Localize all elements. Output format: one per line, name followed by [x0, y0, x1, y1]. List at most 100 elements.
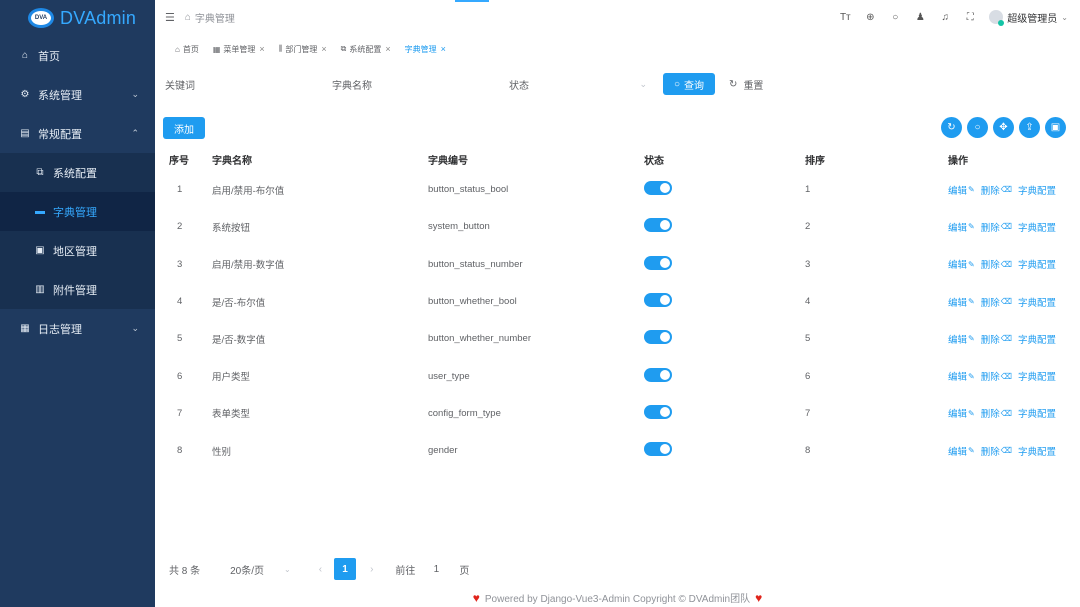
columns-icon[interactable]: ✥: [993, 117, 1014, 138]
status-switch[interactable]: [644, 367, 672, 382]
sidebar-item-7[interactable]: ▦ 日志管理 ⌄: [0, 309, 155, 348]
search-form: 关键词 字典名称 状态 ⌄ ○ 查询 ↻ 重置: [165, 72, 763, 96]
sidebar-item-5[interactable]: ▣ 地区管理: [0, 231, 155, 270]
edit-button[interactable]: 编辑 ✎: [948, 220, 975, 234]
export-icon[interactable]: ⇪: [1019, 117, 1040, 138]
edit-button[interactable]: 编辑 ✎: [948, 332, 975, 346]
status-select[interactable]: ⌄: [537, 79, 647, 90]
row-ops: 编辑 ✎ 删除 ⌫ 字典配置: [948, 406, 1068, 421]
col-sort: 排序: [805, 156, 825, 167]
reset-button[interactable]: ↻ 重置: [729, 77, 763, 92]
status-switch[interactable]: [644, 255, 672, 270]
trash-icon: ⌫: [1000, 408, 1013, 418]
theme-icon[interactable]: ♟: [914, 12, 926, 23]
dict-config-button[interactable]: 字典配置: [1018, 406, 1056, 420]
delete-button[interactable]: 删除 ⌫: [981, 406, 1013, 421]
status-switch[interactable]: [644, 404, 672, 419]
user-menu[interactable]: 超级管理员 ⌄: [989, 10, 1068, 26]
menu-toggle-icon[interactable]: ☰: [165, 11, 175, 24]
search-icon[interactable]: ○: [889, 12, 901, 23]
tab-2[interactable]: ⫼ 部门管理 ×: [279, 44, 327, 55]
query-button[interactable]: ○ 查询: [663, 73, 716, 95]
status-switch[interactable]: [644, 330, 672, 345]
goto-input[interactable]: 1: [429, 564, 443, 575]
page-size-select[interactable]: 20条/页 ⌄: [230, 562, 291, 577]
add-button[interactable]: 添加: [163, 117, 205, 139]
save-icon[interactable]: ▣: [1045, 117, 1066, 138]
sidebar-item-0[interactable]: ⌂ 首页: [0, 36, 155, 75]
keyword-input[interactable]: [203, 73, 298, 95]
edit-button[interactable]: 编辑 ✎: [948, 295, 975, 309]
dict-name-input[interactable]: [380, 73, 475, 95]
sidebar-item-3[interactable]: ⧉ 系统配置: [0, 153, 155, 192]
row-status: [644, 293, 805, 310]
total-count: 共 8 条: [169, 565, 201, 577]
sidebar-item-1[interactable]: ⚙ 系统管理 ⌄: [0, 75, 155, 114]
dict-config-button[interactable]: 字典配置: [1018, 183, 1056, 197]
delete-button[interactable]: 删除 ⌫: [981, 295, 1012, 309]
col-status: 状态: [644, 156, 664, 167]
status-switch[interactable]: [644, 218, 672, 233]
sidebar-item-4[interactable]: ▬ 字典管理: [0, 192, 155, 231]
avatar: [989, 10, 1005, 26]
close-icon[interactable]: ×: [259, 44, 264, 54]
row-code: button_whether_bool: [428, 296, 517, 308]
logo[interactable]: DVA DVAdmin: [0, 0, 155, 36]
language-icon[interactable]: ⊕: [864, 12, 876, 23]
dict-config-button-label: 字典配置: [1018, 409, 1057, 421]
dict-config-button[interactable]: 字典配置: [1018, 444, 1056, 458]
prev-page-icon[interactable]: ‹: [319, 564, 322, 575]
chevron-down-icon: ⌄: [639, 78, 647, 89]
tab-0[interactable]: ⌂ 首页: [175, 44, 199, 55]
row-name: 是/否-数字值: [212, 334, 266, 346]
edit-icon: ✎: [968, 222, 975, 232]
dict-config-button[interactable]: 字典配置: [1018, 332, 1056, 346]
status-switch[interactable]: [644, 293, 672, 308]
dict-config-button[interactable]: 字典配置: [1018, 369, 1056, 383]
tab-1[interactable]: ▦ 菜单管理 ×: [213, 44, 265, 55]
edit-button[interactable]: 编辑 ✎: [948, 257, 975, 272]
dict-config-button[interactable]: 字典配置: [1018, 220, 1056, 234]
sidebar-item-label: 字典管理: [53, 206, 97, 219]
col-ops: 操作: [948, 156, 968, 167]
close-icon[interactable]: ×: [385, 44, 390, 54]
edit-button[interactable]: 编辑 ✎: [948, 444, 975, 458]
current-page[interactable]: 1: [334, 558, 357, 580]
chevron-down-icon: ⌄: [284, 564, 291, 574]
status-switch[interactable]: [644, 442, 672, 457]
sidebar-item-2[interactable]: ▤ 常规配置 ⌃: [0, 114, 155, 153]
row-code: user_type: [428, 370, 470, 382]
next-page-icon[interactable]: ›: [370, 564, 373, 575]
breadcrumb: ⌂ 字典管理: [185, 10, 235, 25]
row-status: [644, 442, 805, 459]
notification-icon[interactable]: ♫: [939, 12, 951, 23]
delete-button[interactable]: 删除 ⌫: [981, 220, 1012, 234]
delete-button[interactable]: 删除 ⌫: [981, 332, 1012, 346]
edit-button[interactable]: 编辑 ✎: [948, 369, 975, 384]
fullscreen-icon[interactable]: ⛶: [964, 12, 976, 23]
home-icon[interactable]: ⌂: [185, 12, 191, 23]
edit-button[interactable]: 编辑 ✎: [948, 406, 975, 421]
sidebar-item-6[interactable]: ▥ 附件管理: [0, 270, 155, 309]
font-size-icon[interactable]: Tᴛ: [839, 12, 851, 23]
row-code: button_status_bool: [428, 184, 509, 196]
dict-config-button[interactable]: 字典配置: [1018, 295, 1056, 309]
refresh-icon[interactable]: ↻: [941, 117, 962, 138]
delete-button[interactable]: 删除 ⌫: [981, 257, 1012, 272]
close-icon[interactable]: ×: [441, 44, 446, 54]
sidebar-item-label: 日志管理: [38, 323, 82, 336]
row-name: 启用/禁用-数字值: [212, 260, 285, 272]
close-icon[interactable]: ×: [321, 44, 326, 54]
dict-config-button-label: 字典配置: [1018, 446, 1057, 458]
search-toggle-icon[interactable]: ○: [967, 117, 988, 138]
delete-button[interactable]: 删除 ⌫: [981, 183, 1012, 197]
dict-config-button[interactable]: 字典配置: [1018, 257, 1056, 271]
tab-4[interactable]: 字典管理 ×: [405, 44, 446, 55]
row-index: 6: [177, 370, 183, 382]
delete-button-label: 删除: [980, 446, 1000, 458]
delete-button[interactable]: 删除 ⌫: [981, 369, 1012, 384]
status-switch[interactable]: [644, 181, 672, 196]
edit-button[interactable]: 编辑 ✎: [948, 183, 975, 197]
delete-button[interactable]: 删除 ⌫: [981, 444, 1012, 458]
tab-3[interactable]: ⧉ 系统配置 ×: [341, 44, 391, 55]
